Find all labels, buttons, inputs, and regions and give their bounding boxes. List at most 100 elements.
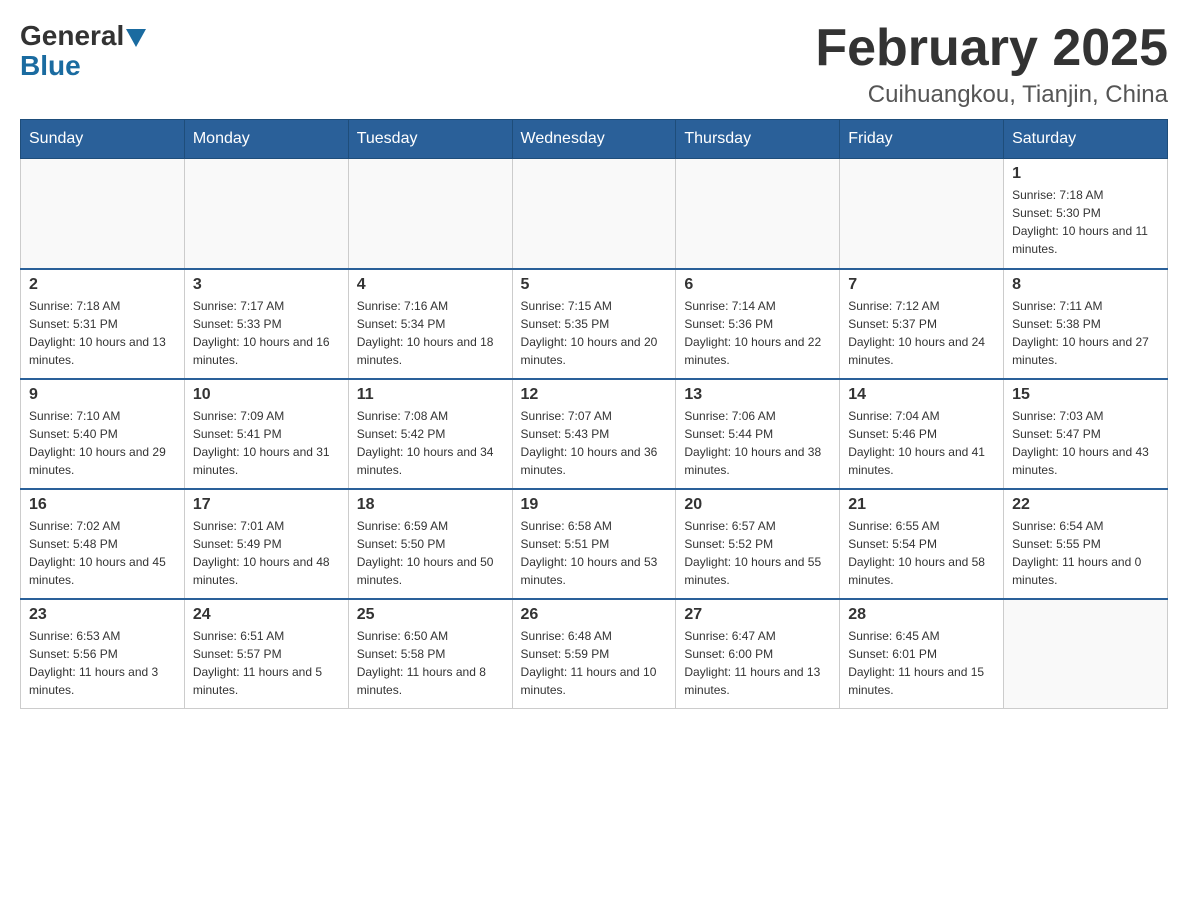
calendar-cell <box>676 159 840 269</box>
calendar-cell: 28Sunrise: 6:45 AMSunset: 6:01 PMDayligh… <box>840 599 1004 709</box>
calendar-cell <box>184 159 348 269</box>
day-number: 26 <box>521 606 668 624</box>
day-info: Sunrise: 6:50 AMSunset: 5:58 PMDaylight:… <box>357 627 504 699</box>
day-info: Sunrise: 7:07 AMSunset: 5:43 PMDaylight:… <box>521 407 668 479</box>
day-number: 1 <box>1012 165 1159 183</box>
calendar-cell: 25 Sunrise: 6:50 AMSunset: 5:58 PMDayligh… <box>348 599 512 709</box>
week-row-5: 23 Sunrise: 6:53 AMSunset: 5:56 PMDayligh… <box>21 599 1168 709</box>
day-header-friday: Friday <box>840 120 1004 159</box>
day-info: Sunrise: 7:08 AMSunset: 5:42 PMDaylight:… <box>357 407 504 479</box>
logo-arrow-icon <box>126 29 146 47</box>
day-info: Sunrise: 6:59 AMSunset: 5:50 PMDaylight:… <box>357 517 504 589</box>
calendar-cell: 2 Sunrise: 7:18 AMSunset: 5:31 PMDaylight… <box>21 269 185 379</box>
day-info: Sunrise: 6:48 AMSunset: 5:59 PMDaylight:… <box>521 627 668 699</box>
calendar-table: SundayMondayTuesdayWednesdayThursdayFrid… <box>20 119 1168 709</box>
day-info: Sunrise: 7:15 AMSunset: 5:35 PMDaylight:… <box>521 297 668 369</box>
day-header-wednesday: Wednesday <box>512 120 676 159</box>
day-info: Sunrise: 7:11 AMSunset: 5:38 PMDaylight:… <box>1012 297 1159 369</box>
day-number: 13 <box>684 386 831 404</box>
day-number: 4 <box>357 276 504 294</box>
day-info: Sunrise: 7:01 AMSunset: 5:49 PMDaylight:… <box>193 517 340 589</box>
day-info: Sunrise: 6:45 AMSunset: 6:01 PMDaylight:… <box>848 627 995 699</box>
calendar-cell: 18 Sunrise: 6:59 AMSunset: 5:50 PMDayligh… <box>348 489 512 599</box>
day-info: Sunrise: 6:58 AMSunset: 5:51 PMDaylight:… <box>521 517 668 589</box>
calendar-cell: 22 Sunrise: 6:54 AMSunset: 5:55 PMDayligh… <box>1004 489 1168 599</box>
calendar-cell: 26 Sunrise: 6:48 AMSunset: 5:59 PMDayligh… <box>512 599 676 709</box>
calendar-cell: 23 Sunrise: 6:53 AMSunset: 5:56 PMDayligh… <box>21 599 185 709</box>
day-number: 8 <box>1012 276 1159 294</box>
day-info: Sunrise: 6:55 AMSunset: 5:54 PMDaylight:… <box>848 517 995 589</box>
calendar-cell: 20 Sunrise: 6:57 AMSunset: 5:52 PMDayligh… <box>676 489 840 599</box>
logo: General Blue <box>20 20 146 82</box>
day-number: 15 <box>1012 386 1159 404</box>
month-title: February 2025 <box>815 20 1168 77</box>
calendar-cell: 10 Sunrise: 7:09 AMSunset: 5:41 PMDayligh… <box>184 379 348 489</box>
day-number: 24 <box>193 606 340 624</box>
calendar-cell: 21 Sunrise: 6:55 AMSunset: 5:54 PMDayligh… <box>840 489 1004 599</box>
day-header-monday: Monday <box>184 120 348 159</box>
day-number: 7 <box>848 276 995 294</box>
calendar-cell: 7 Sunrise: 7:12 AMSunset: 5:37 PMDaylight… <box>840 269 1004 379</box>
week-row-3: 9Sunrise: 7:10 AMSunset: 5:40 PMDaylight… <box>21 379 1168 489</box>
calendar-cell: 5 Sunrise: 7:15 AMSunset: 5:35 PMDaylight… <box>512 269 676 379</box>
day-number: 25 <box>357 606 504 624</box>
day-info: Sunrise: 7:14 AMSunset: 5:36 PMDaylight:… <box>684 297 831 369</box>
day-number: 5 <box>521 276 668 294</box>
day-info: Sunrise: 6:54 AMSunset: 5:55 PMDaylight:… <box>1012 517 1159 589</box>
day-info: Sunrise: 6:47 AMSunset: 6:00 PMDaylight:… <box>684 627 831 699</box>
week-row-2: 2 Sunrise: 7:18 AMSunset: 5:31 PMDaylight… <box>21 269 1168 379</box>
day-info: Sunrise: 6:57 AMSunset: 5:52 PMDaylight:… <box>684 517 831 589</box>
calendar-cell: 8 Sunrise: 7:11 AMSunset: 5:38 PMDaylight… <box>1004 269 1168 379</box>
day-info: Sunrise: 7:18 AMSunset: 5:30 PMDaylight:… <box>1012 186 1159 258</box>
calendar-cell: 12 Sunrise: 7:07 AMSunset: 5:43 PMDayligh… <box>512 379 676 489</box>
day-info: Sunrise: 7:16 AMSunset: 5:34 PMDaylight:… <box>357 297 504 369</box>
day-number: 22 <box>1012 496 1159 514</box>
calendar-cell <box>21 159 185 269</box>
calendar-cell <box>348 159 512 269</box>
calendar-cell: 1 Sunrise: 7:18 AMSunset: 5:30 PMDaylight… <box>1004 159 1168 269</box>
title-area: February 2025 Cuihuangkou, Tianjin, Chin… <box>815 20 1168 109</box>
day-header-tuesday: Tuesday <box>348 120 512 159</box>
day-info: Sunrise: 7:18 AMSunset: 5:31 PMDaylight:… <box>29 297 176 369</box>
day-number: 3 <box>193 276 340 294</box>
day-info: Sunrise: 7:12 AMSunset: 5:37 PMDaylight:… <box>848 297 995 369</box>
calendar-cell: 9Sunrise: 7:10 AMSunset: 5:40 PMDaylight… <box>21 379 185 489</box>
day-number: 27 <box>684 606 831 624</box>
calendar-cell: 14Sunrise: 7:04 AMSunset: 5:46 PMDayligh… <box>840 379 1004 489</box>
day-info: Sunrise: 7:04 AMSunset: 5:46 PMDaylight:… <box>848 407 995 479</box>
day-number: 6 <box>684 276 831 294</box>
week-row-4: 16Sunrise: 7:02 AMSunset: 5:48 PMDayligh… <box>21 489 1168 599</box>
day-header-thursday: Thursday <box>676 120 840 159</box>
day-number: 23 <box>29 606 176 624</box>
calendar-cell: 24 Sunrise: 6:51 AMSunset: 5:57 PMDayligh… <box>184 599 348 709</box>
day-info: Sunrise: 7:17 AMSunset: 5:33 PMDaylight:… <box>193 297 340 369</box>
calendar-cell: 19 Sunrise: 6:58 AMSunset: 5:51 PMDayligh… <box>512 489 676 599</box>
day-number: 12 <box>521 386 668 404</box>
day-info: Sunrise: 7:02 AMSunset: 5:48 PMDaylight:… <box>29 517 176 589</box>
calendar-cell: 17 Sunrise: 7:01 AMSunset: 5:49 PMDayligh… <box>184 489 348 599</box>
day-number: 2 <box>29 276 176 294</box>
day-number: 18 <box>357 496 504 514</box>
week-row-1: 1 Sunrise: 7:18 AMSunset: 5:30 PMDaylight… <box>21 159 1168 269</box>
calendar-cell: 13Sunrise: 7:06 AMSunset: 5:44 PMDayligh… <box>676 379 840 489</box>
day-number: 20 <box>684 496 831 514</box>
day-number: 10 <box>193 386 340 404</box>
calendar-cell: 15Sunrise: 7:03 AMSunset: 5:47 PMDayligh… <box>1004 379 1168 489</box>
calendar-cell <box>840 159 1004 269</box>
day-info: Sunrise: 7:09 AMSunset: 5:41 PMDaylight:… <box>193 407 340 479</box>
page-header: General Blue February 2025 Cuihuangkou, … <box>20 20 1168 109</box>
day-number: 19 <box>521 496 668 514</box>
calendar-cell <box>512 159 676 269</box>
calendar-cell <box>1004 599 1168 709</box>
day-number: 21 <box>848 496 995 514</box>
day-number: 9 <box>29 386 176 404</box>
day-info: Sunrise: 6:53 AMSunset: 5:56 PMDaylight:… <box>29 627 176 699</box>
day-info: Sunrise: 6:51 AMSunset: 5:57 PMDaylight:… <box>193 627 340 699</box>
location-title: Cuihuangkou, Tianjin, China <box>815 81 1168 109</box>
day-number: 11 <box>357 386 504 404</box>
day-header-sunday: Sunday <box>21 120 185 159</box>
logo-blue-text: Blue <box>20 50 81 82</box>
calendar-cell: 3 Sunrise: 7:17 AMSunset: 5:33 PMDaylight… <box>184 269 348 379</box>
calendar-cell: 4 Sunrise: 7:16 AMSunset: 5:34 PMDaylight… <box>348 269 512 379</box>
day-number: 17 <box>193 496 340 514</box>
